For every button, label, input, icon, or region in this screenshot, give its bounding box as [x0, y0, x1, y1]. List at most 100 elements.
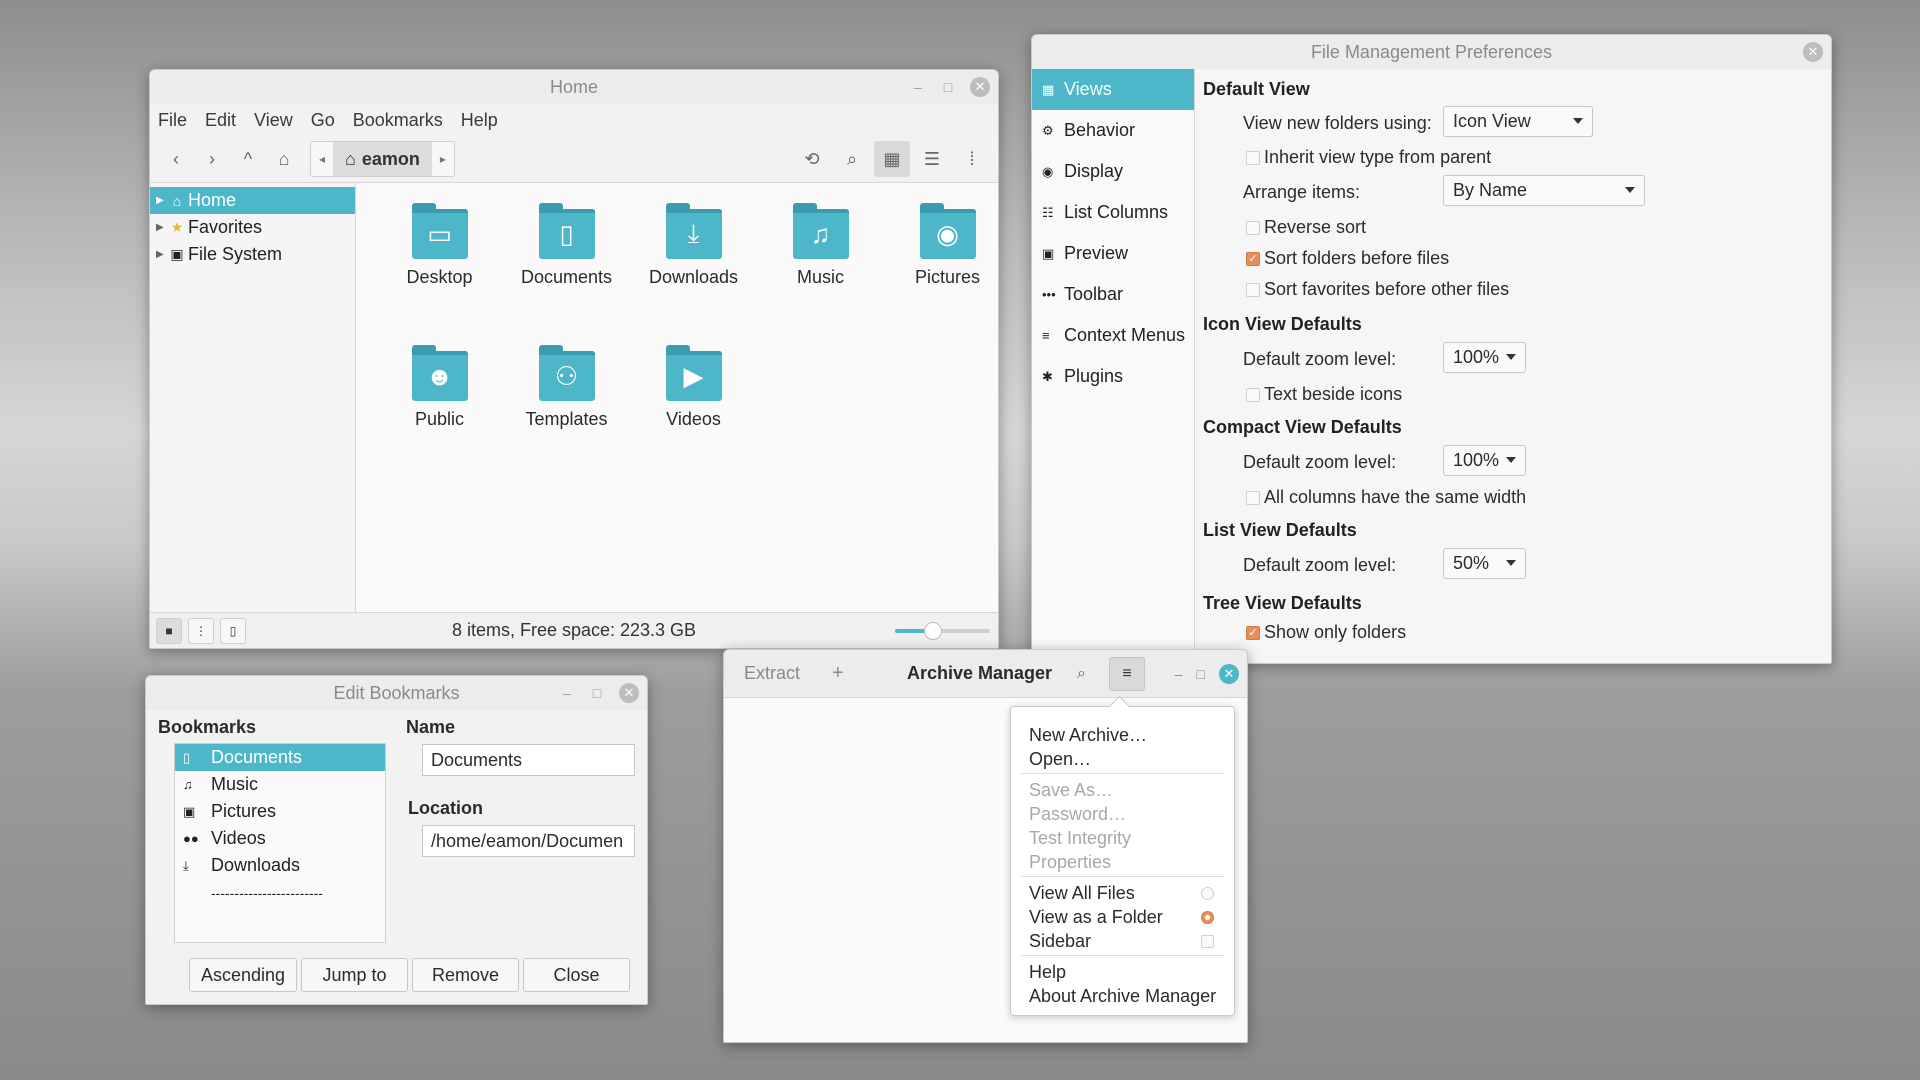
checkbox-box[interactable]: [1246, 282, 1260, 297]
compact-view-icon[interactable]: ⁞: [954, 141, 990, 177]
list-item[interactable]: ⤓ Downloads: [175, 852, 385, 879]
menu-item-about[interactable]: About Archive Manager: [1011, 984, 1234, 1008]
preferences-titlebar[interactable]: File Management Preferences ✕: [1032, 35, 1831, 69]
folder-music[interactable]: ♫ Music: [757, 197, 884, 339]
checkbox-box[interactable]: [1246, 150, 1260, 165]
same-width-checkbox[interactable]: All columns have the same width: [1246, 487, 1526, 508]
checkbox-box[interactable]: [1246, 387, 1260, 402]
folder-public[interactable]: ☻ Public: [376, 339, 503, 481]
sidebar-item-display[interactable]: ◉ Display: [1032, 151, 1194, 192]
menu-item-help[interactable]: Help: [1011, 960, 1234, 984]
add-files-button[interactable]: +: [832, 662, 844, 685]
text-beside-icons-checkbox[interactable]: Text beside icons: [1246, 384, 1402, 405]
name-field[interactable]: Documents: [422, 744, 635, 776]
sidebar-item-views[interactable]: ▦ Views: [1032, 69, 1194, 110]
toggle-location-icon[interactable]: ⟲: [794, 141, 830, 177]
sidebar-item-file-system[interactable]: ▶ ▣ File System: [150, 241, 355, 268]
menu-item-view-all-files[interactable]: View All Files: [1011, 881, 1234, 905]
ascending-button[interactable]: Ascending: [189, 958, 297, 992]
compact-zoom-dropdown[interactable]: 100%: [1443, 445, 1526, 476]
jump-to-button[interactable]: Jump to: [301, 958, 408, 992]
back-icon[interactable]: ‹: [158, 141, 194, 177]
sidebar-item-favorites[interactable]: ▶ ★ Favorites: [150, 214, 355, 241]
hamburger-menu-icon[interactable]: ≡: [1109, 657, 1145, 691]
sidebar-item-plugins[interactable]: ✱ Plugins: [1032, 356, 1194, 397]
places-sidebar-icon[interactable]: ■: [156, 617, 182, 644]
close-icon[interactable]: ✕: [970, 77, 990, 97]
close-icon[interactable]: ✕: [619, 683, 639, 703]
sidebar-item-home[interactable]: ▶ ⌂ Home: [150, 187, 355, 214]
menu-item-sidebar[interactable]: Sidebar: [1011, 929, 1234, 953]
menu-edit[interactable]: Edit: [205, 110, 236, 131]
search-icon[interactable]: ⌕: [1077, 665, 1086, 683]
menu-bookmarks[interactable]: Bookmarks: [353, 110, 443, 131]
close-icon[interactable]: ✕: [1803, 42, 1823, 62]
list-separator[interactable]: ------------------------: [175, 879, 385, 906]
list-zoom-dropdown[interactable]: 50%: [1443, 548, 1526, 579]
maximize-icon[interactable]: □: [940, 79, 956, 95]
list-view-icon[interactable]: ☰: [914, 141, 950, 177]
sidebar-item-behavior[interactable]: ⚙ Behavior: [1032, 110, 1194, 151]
remove-button[interactable]: Remove: [412, 958, 519, 992]
maximize-icon[interactable]: □: [589, 685, 605, 701]
menu-item-view-as-folder[interactable]: View as a Folder: [1011, 905, 1234, 929]
maximize-icon[interactable]: □: [1197, 666, 1205, 682]
checkbox-box[interactable]: [1246, 490, 1260, 505]
menu-item-new-archive[interactable]: New Archive…: [1011, 723, 1234, 747]
folder-desktop[interactable]: ▭ Desktop: [376, 197, 503, 339]
icon-view-icon[interactable]: ▦: [874, 141, 910, 177]
radio-button[interactable]: [1201, 887, 1214, 900]
list-item[interactable]: ●● Videos: [175, 825, 385, 852]
checkbox-box[interactable]: [1246, 220, 1260, 235]
inherit-view-checkbox[interactable]: Inherit view type from parent: [1246, 147, 1491, 168]
folder-videos[interactable]: ▶ Videos: [630, 339, 757, 481]
menu-file[interactable]: File: [158, 110, 187, 131]
hide-sidebar-icon[interactable]: ▯: [220, 617, 246, 644]
file-manager-titlebar[interactable]: Home – □ ✕: [150, 70, 998, 104]
folder-downloads[interactable]: ⤓ Downloads: [630, 197, 757, 339]
folder-documents[interactable]: ▯ Documents: [503, 197, 630, 339]
menu-help[interactable]: Help: [461, 110, 498, 131]
path-right-arrow-icon[interactable]: ▸: [432, 152, 454, 166]
expander-icon[interactable]: ▶: [156, 222, 168, 233]
favorites-first-checkbox[interactable]: Sort favorites before other files: [1246, 279, 1509, 300]
tree-sidebar-icon[interactable]: ⋮: [188, 617, 214, 644]
radio-button-selected[interactable]: [1201, 911, 1214, 924]
bookmarks-titlebar[interactable]: Edit Bookmarks – □ ✕: [146, 676, 647, 710]
path-crumb-home[interactable]: ⌂ eamon: [333, 142, 432, 176]
reverse-sort-checkbox[interactable]: Reverse sort: [1246, 217, 1366, 238]
up-icon[interactable]: ^: [230, 141, 266, 177]
sidebar-item-preview[interactable]: ▣ Preview: [1032, 233, 1194, 274]
minimize-icon[interactable]: –: [559, 685, 575, 701]
expander-icon[interactable]: ▶: [156, 249, 168, 260]
menu-go[interactable]: Go: [311, 110, 335, 131]
minimize-icon[interactable]: –: [1175, 666, 1183, 682]
checkbox-box-checked[interactable]: ✓: [1246, 625, 1260, 640]
home-icon[interactable]: ⌂: [266, 141, 302, 177]
list-item[interactable]: ▣ Pictures: [175, 798, 385, 825]
view-new-folders-dropdown[interactable]: Icon View: [1443, 106, 1593, 137]
icon-zoom-dropdown[interactable]: 100%: [1443, 342, 1526, 373]
extract-button[interactable]: Extract: [744, 663, 800, 684]
close-button[interactable]: Close: [523, 958, 630, 992]
sidebar-item-context-menus[interactable]: ≡ Context Menus: [1032, 315, 1194, 356]
zoom-slider[interactable]: [895, 622, 990, 640]
folder-templates[interactable]: ⚇ Templates: [503, 339, 630, 481]
minimize-icon[interactable]: –: [910, 79, 926, 95]
menu-view[interactable]: View: [254, 110, 293, 131]
path-left-arrow-icon[interactable]: ◂: [311, 152, 333, 166]
checkbox-box[interactable]: [1201, 935, 1214, 948]
folders-before-files-checkbox[interactable]: ✓ Sort folders before files: [1246, 248, 1449, 269]
list-item[interactable]: ♫ Music: [175, 771, 385, 798]
menu-item-open[interactable]: Open…: [1011, 747, 1234, 771]
location-field[interactable]: /home/eamon/Documen: [422, 825, 635, 857]
sidebar-item-list-columns[interactable]: ☷ List Columns: [1032, 192, 1194, 233]
archive-headerbar[interactable]: Extract + Archive Manager ⌕ ≡ – □ ✕: [724, 650, 1247, 698]
forward-icon[interactable]: ›: [194, 141, 230, 177]
search-icon[interactable]: ⌕: [834, 141, 870, 177]
list-item[interactable]: ▯ Documents: [175, 744, 385, 771]
checkbox-box-checked[interactable]: ✓: [1246, 251, 1260, 266]
zoom-slider-handle[interactable]: [924, 622, 942, 640]
sidebar-item-toolbar[interactable]: ••• Toolbar: [1032, 274, 1194, 315]
expander-icon[interactable]: ▶: [156, 195, 168, 206]
